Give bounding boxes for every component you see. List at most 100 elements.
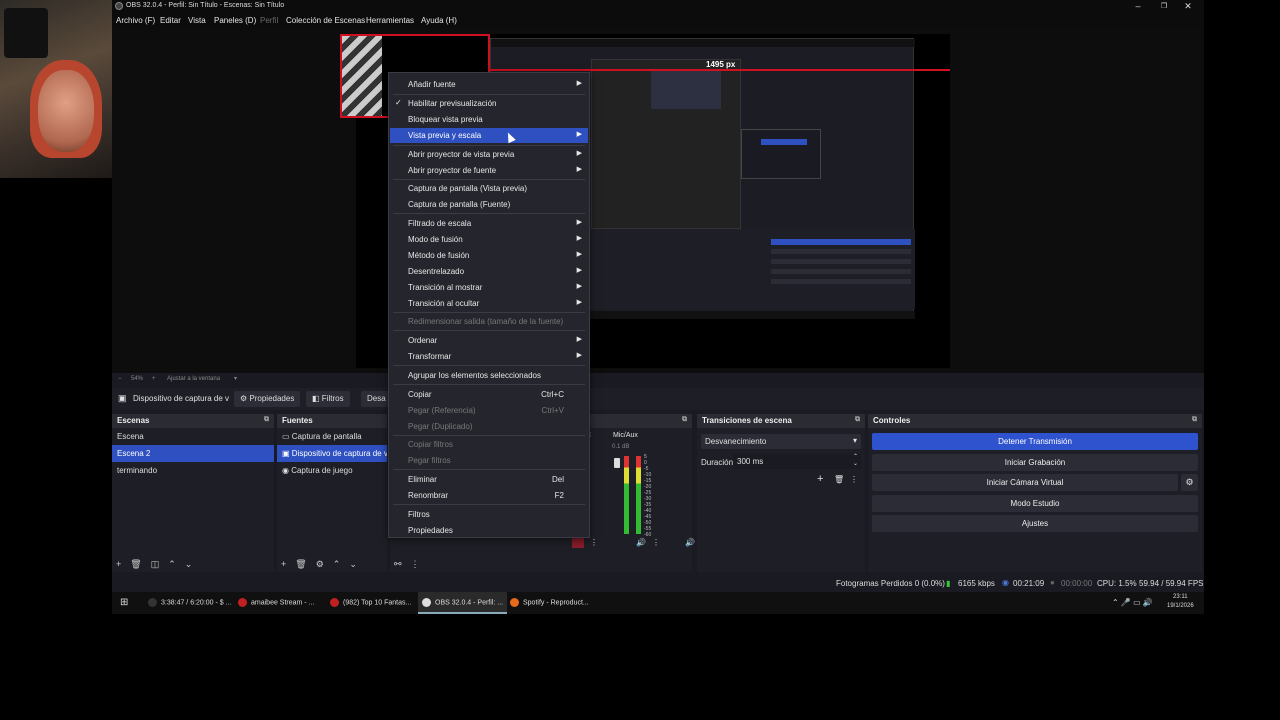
transition-select[interactable]: Desvanecimiento ▾ bbox=[701, 434, 861, 449]
fit-window-label[interactable]: Ajustar a la ventana bbox=[167, 376, 220, 382]
context-menu: Añadir fuente ▶ ✓ Habilitar previsualizaci… bbox=[388, 72, 590, 538]
menu-delete[interactable]: Eliminar Del bbox=[390, 472, 588, 487]
scene-item-selected[interactable]: Escena 2 bbox=[112, 445, 274, 462]
task-item-active[interactable]: OBS 32.0.4 - Perfil: ... bbox=[418, 592, 508, 614]
menu-paste-duplicate: Pegar (Duplicado) bbox=[408, 422, 473, 431]
spinner-icon[interactable]: ⌃ ⌄ bbox=[853, 454, 858, 468]
task-item[interactable]: amaibee Stream - ... bbox=[238, 592, 314, 614]
windows-start-icon[interactable]: ⊞ bbox=[120, 597, 128, 608]
chevron-down-icon[interactable]: ▾ bbox=[234, 375, 237, 382]
gear-icon[interactable]: ⚙ bbox=[316, 559, 324, 569]
properties-button[interactable]: ⚙ Propiedades bbox=[234, 391, 301, 407]
scenes-header: Escenas ⧉ bbox=[112, 414, 274, 428]
speaker-icon[interactable]: 🔊 bbox=[636, 538, 646, 547]
move-down-icon[interactable]: ⌄ bbox=[349, 559, 357, 569]
menu-transform[interactable]: Transformar ▶ bbox=[390, 349, 588, 364]
filters-button[interactable]: ◧ Filtros bbox=[306, 391, 350, 407]
menu-blend-method[interactable]: Método de fusión ▶ bbox=[390, 248, 588, 263]
menu-vista[interactable]: Vista bbox=[188, 16, 206, 25]
tray-icons[interactable]: ⌃ 🎤 ▭ 🔊 bbox=[1112, 598, 1153, 607]
more-icon[interactable]: ⋮ bbox=[850, 475, 858, 484]
menu-add-source[interactable]: Añadir fuente ▶ bbox=[390, 77, 588, 92]
move-up-icon[interactable]: ⌃ bbox=[168, 559, 176, 569]
undock-icon[interactable]: ⧉ bbox=[1192, 416, 1197, 424]
menu-filters[interactable]: Filtros bbox=[390, 507, 588, 522]
move-down-icon[interactable]: ⌄ bbox=[185, 559, 193, 569]
zoom-out-icon[interactable]: − bbox=[118, 376, 122, 382]
monitor-icon: ▭ bbox=[282, 432, 292, 441]
chevron-right-icon: ▶ bbox=[576, 267, 582, 274]
stop-stream-button[interactable]: Detener Transmisión bbox=[872, 433, 1198, 450]
menu-properties[interactable]: Propiedades bbox=[390, 523, 588, 538]
task-item[interactable]: 3:38:47 / 6:20:00 - $ ... bbox=[148, 592, 231, 614]
more-icon[interactable]: ⋮ bbox=[652, 538, 660, 547]
more-icon[interactable]: ⋮ bbox=[590, 538, 598, 547]
trash-icon[interactable]: 🗑 bbox=[834, 475, 844, 484]
menu-open-preview-projector[interactable]: Abrir proyector de vista previa ▶ bbox=[390, 147, 588, 162]
chevron-right-icon: ▶ bbox=[576, 219, 582, 226]
volume-slider-handle[interactable] bbox=[614, 458, 620, 468]
link-icon[interactable]: ⚯ bbox=[394, 559, 402, 569]
filter-icon: ◧ bbox=[312, 394, 320, 403]
speaker-icon[interactable]: 🔊 bbox=[685, 538, 695, 547]
menu-deinterlace[interactable]: Desentrelazado ▶ bbox=[390, 264, 588, 279]
add-icon[interactable]: + bbox=[817, 473, 823, 485]
menu-show-transition[interactable]: Transición al mostrar ▶ bbox=[390, 280, 588, 295]
menu-rename[interactable]: Renombrar F2 bbox=[390, 488, 588, 503]
start-recording-button[interactable]: Iniciar Grabación bbox=[872, 454, 1198, 471]
undock-icon[interactable]: ⧉ bbox=[855, 416, 860, 424]
menu-order[interactable]: Ordenar ▶ bbox=[390, 333, 588, 348]
trash-icon[interactable]: 🗑 bbox=[130, 559, 141, 569]
menu-perfil[interactable]: Perfil bbox=[260, 16, 278, 25]
menu-preview-scale[interactable]: Vista previa y escala ▶ bbox=[390, 128, 588, 143]
gear-icon[interactable]: ⚙ bbox=[1181, 474, 1198, 491]
start-virtual-camera-button[interactable]: Iniciar Cámara Virtual bbox=[872, 474, 1178, 491]
add-icon[interactable]: + bbox=[281, 559, 286, 569]
zoom-bar: − 54% + Ajustar a la ventana ▾ bbox=[112, 373, 1204, 386]
menu-lock-preview[interactable]: Bloquear vista previa bbox=[390, 112, 588, 127]
maximize-icon[interactable]: ❐ bbox=[1156, 2, 1172, 10]
menu-ayuda[interactable]: Ayuda (H) bbox=[421, 16, 457, 25]
filter-icon[interactable]: ◫ bbox=[151, 559, 160, 569]
add-icon[interactable]: + bbox=[116, 559, 121, 569]
menu-herramientas[interactable]: Herramientas bbox=[366, 16, 414, 25]
undock-icon[interactable]: ⧉ bbox=[264, 416, 269, 424]
menu-editar[interactable]: Editar bbox=[160, 16, 181, 25]
more-icon[interactable]: ⋮ bbox=[411, 559, 420, 569]
undock-icon[interactable]: ⧉ bbox=[682, 416, 687, 424]
mixer-db-label: 0.1 dB bbox=[612, 444, 630, 450]
minimize-icon[interactable]: – bbox=[1130, 1, 1146, 11]
source-item[interactable]: ▭ Captura de pantalla bbox=[277, 428, 387, 445]
duration-input[interactable]: 300 ms ⌃ ⌄ bbox=[733, 454, 861, 469]
menu-archivo[interactable]: Archivo (F) bbox=[116, 16, 155, 25]
menu-enable-preview[interactable]: ✓ Habilitar previsualización bbox=[390, 96, 588, 111]
task-item[interactable]: Spotify - Reproduct... bbox=[510, 592, 589, 614]
duration-label: Duración bbox=[701, 458, 734, 467]
menu-hide-transition[interactable]: Transición al ocultar ▶ bbox=[390, 296, 588, 311]
menu-paneles[interactable]: Paneles (D) bbox=[214, 16, 256, 25]
menu-copy[interactable]: Copiar Ctrl+C bbox=[390, 387, 588, 402]
transitions-header: Transiciones de escena ⧉ bbox=[697, 414, 865, 428]
task-item[interactable]: (982) Top 10 Fantas... bbox=[330, 592, 411, 614]
settings-button[interactable]: Ajustes bbox=[872, 515, 1198, 532]
preview-area[interactable]: 1495 px bbox=[112, 28, 1204, 373]
menu-scale-filter[interactable]: Filtrado de escala ▶ bbox=[390, 216, 588, 231]
zoom-in-icon[interactable]: + bbox=[152, 376, 156, 382]
trash-icon[interactable]: 🗑 bbox=[295, 559, 306, 569]
source-item[interactable]: ◉ Captura de juego bbox=[277, 462, 387, 479]
menu-separator bbox=[393, 145, 585, 146]
move-up-icon[interactable]: ⌃ bbox=[333, 559, 341, 569]
close-icon[interactable]: ✕ bbox=[1180, 1, 1196, 12]
scene-item[interactable]: terminando bbox=[112, 462, 274, 479]
scene-item[interactable]: Escena bbox=[112, 428, 274, 445]
menu-coleccion[interactable]: Colección de Escenas bbox=[286, 16, 365, 25]
menu-blend-mode[interactable]: Modo de fusión ▶ bbox=[390, 232, 588, 247]
muted-indicator[interactable] bbox=[572, 538, 584, 548]
menu-screenshot-preview[interactable]: Captura de pantalla (Vista previa) bbox=[390, 181, 588, 196]
source-item-selected[interactable]: ▣ Dispositivo de captura de v bbox=[277, 445, 387, 462]
menu-screenshot-source[interactable]: Captura de pantalla (Fuente) bbox=[390, 197, 588, 212]
studio-mode-button[interactable]: Modo Estudio bbox=[872, 495, 1198, 512]
fps: 59.94 / 59.94 FPS bbox=[1139, 579, 1204, 588]
menu-group-selected[interactable]: Agrupar los elementos seleccionados bbox=[390, 368, 588, 383]
menu-open-source-projector[interactable]: Abrir proyector de fuente ▶ bbox=[390, 163, 588, 178]
